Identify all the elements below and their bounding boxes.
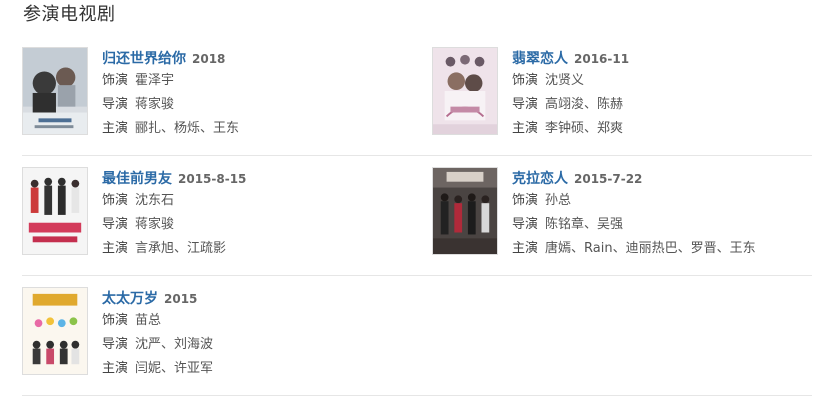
director-label: 导演: [512, 97, 539, 112]
show-poster[interactable]: [22, 287, 88, 375]
role-value: 沈贤义: [545, 73, 585, 88]
show-row: 最佳前男友2015-8-15 饰演沈东石 导演蒋家骏 主演言承旭、江疏影: [22, 156, 812, 276]
title-line: 最佳前男友 2015-8-15: [102, 167, 402, 189]
show-meta: 太太万岁 2015 饰演 苗总 导演 沈严、刘海波 主演 闫妮、许亚军: [102, 287, 402, 381]
director-value: 陈铭章、吴强: [545, 217, 624, 232]
role-line: 饰演 沈贤义: [512, 69, 812, 93]
show-title-link[interactable]: 最佳前男友: [102, 171, 172, 187]
cast-value: 闫妮、许亚军: [135, 361, 214, 376]
cast-value: 郦扎、杨烁、王东: [135, 121, 240, 136]
show-poster[interactable]: [432, 47, 498, 135]
role-label: 饰演: [512, 193, 539, 208]
director-line: 导演 高翊浚、陈赫: [512, 93, 812, 117]
role-label: 饰演: [512, 73, 539, 88]
cast-line: 主演 郦扎、杨烁、王东: [102, 117, 402, 141]
cast-value: 言承旭、江疏影: [135, 241, 227, 256]
section-title: 参演电视剧: [23, 4, 116, 25]
cast-line: 主演 李钟硕、郑爽: [512, 117, 812, 141]
show-card: 最佳前男友 2015-8-15 饰演 沈东石 导演 蒋家骏 主演 言承旭、江疏影: [22, 167, 417, 267]
cast-label: 主演: [512, 121, 539, 136]
title-line: 归还世界给你 2018: [102, 47, 402, 69]
cast-value: 唐嫣、Rain、迪丽热巴、罗晋、王东: [545, 241, 756, 256]
show-title-link[interactable]: 克拉恋人: [512, 171, 568, 187]
show-row: 归还世界给你 2018 饰演 霍泽宇 导演 蒋家骏 主演 郦扎、杨烁、王东 翡翠…: [22, 36, 812, 156]
show-meta: 最佳前男友 2015-8-15 饰演 沈东石 导演 蒋家骏 主演 言承旭、江疏影: [102, 167, 402, 261]
show-title-link[interactable]: 太太万岁: [102, 291, 158, 307]
role-line: 饰演 孙总: [512, 189, 812, 213]
show-year: 2018: [192, 52, 226, 66]
cast-label: 主演: [102, 241, 129, 256]
cast-label: 主演: [512, 241, 539, 256]
show-card: 太太万岁 2015 饰演 苗总 导演 沈严、刘海波 主演 闫妮、许亚军: [22, 287, 417, 387]
show-year: 2015: [164, 292, 198, 306]
show-year: 2015-8-15: [178, 172, 247, 186]
director-label: 导演: [512, 217, 539, 232]
show-meta: 克拉恋人 2015-7-22 饰演 孙总 导演 陈铭章、吴强 主演 唐嫣、Rain、迪丽…: [512, 167, 812, 261]
cast-value: 李钟硕、郑爽: [545, 121, 624, 136]
show-meta: 归还世界给你 2018 饰演 霍泽宇 导演 蒋家骏 主演 郦扎、杨烁、王东: [102, 47, 402, 141]
director-value: 蒋家骏: [135, 217, 175, 232]
show-grid: 归还世界给你 2018 饰演 霍泽宇 导演 蒋家骏 主演 郦扎、杨烁、王东 翡翠…: [22, 36, 812, 396]
cast-line: 主演 唐嫣、Rain、迪丽热巴、罗晋、王东: [512, 237, 812, 261]
cast-label: 主演: [102, 361, 129, 376]
role-value: 苗总: [135, 313, 162, 328]
role-line: 饰演 沈东石: [102, 189, 402, 213]
cast-line: 主演 言承旭、江疏影: [102, 237, 402, 261]
role-value: 霍泽宇: [135, 73, 175, 88]
show-year: 2015-7-22: [574, 172, 643, 186]
director-value: 蒋家骏: [135, 97, 175, 112]
director-label: 导演: [102, 97, 129, 112]
role-label: 饰演: [102, 313, 129, 328]
director-line: 导演 陈铭章、吴强: [512, 213, 812, 237]
role-line: 饰演 霍泽宇: [102, 69, 402, 93]
show-title-link[interactable]: 归还世界给你: [102, 51, 186, 67]
show-title-link[interactable]: 翡翠恋人: [512, 51, 568, 67]
director-line: 导演 沈严、刘海波: [102, 333, 402, 357]
director-value: 沈严、刘海波: [135, 337, 214, 352]
show-meta: 翡翠恋人 2016-11 饰演 沈贤义 导演 高翊浚、陈赫 主演 李钟硕、郑爽: [512, 47, 812, 141]
director-label: 导演: [102, 217, 129, 232]
title-line: 克拉恋人 2015-7-22: [512, 167, 812, 189]
show-card: 归还世界给你 2018 饰演 霍泽宇 导演 蒋家骏 主演 郦扎、杨烁、王东: [22, 47, 417, 147]
role-value: 孙总: [545, 193, 572, 208]
role-label: 饰演: [102, 73, 129, 88]
show-year: 2016-11: [574, 52, 630, 66]
director-value: 高翊浚、陈赫: [545, 97, 624, 112]
show-poster[interactable]: [22, 47, 88, 135]
show-card: 克拉恋人 2015-7-22 饰演 孙总 导演 陈铭章、吴强 主演 唐嫣、Rain、迪丽…: [432, 167, 825, 267]
show-poster[interactable]: [22, 167, 88, 255]
role-line: 饰演 苗总: [102, 309, 402, 333]
role-label: 饰演: [102, 193, 129, 208]
title-line: 翡翠恋人 2016-11: [512, 47, 812, 69]
cast-line: 主演 闫妮、许亚军: [102, 357, 402, 381]
cast-label: 主演: [102, 121, 129, 136]
show-card: 翡翠恋人 2016-11 饰演 沈贤义 导演 高翊浚、陈赫 主演 李钟硕、郑爽: [432, 47, 825, 147]
role-value: 沈东石: [135, 193, 175, 208]
tv-appearances-section: 参演电视剧 归还世界给你 2018 饰演 霍泽宇 导演 蒋家骏 主演 郦扎、杨烁…: [0, 0, 825, 404]
director-line: 导演 蒋家骏: [102, 93, 402, 117]
show-row: 太太万岁 2015 饰演 苗总 导演 沈严、刘海波 主演 闫妮、许亚军: [22, 276, 812, 396]
director-line: 导演 蒋家骏: [102, 213, 402, 237]
director-label: 导演: [102, 337, 129, 352]
show-poster[interactable]: [432, 167, 498, 255]
title-line: 太太万岁 2015: [102, 287, 402, 309]
